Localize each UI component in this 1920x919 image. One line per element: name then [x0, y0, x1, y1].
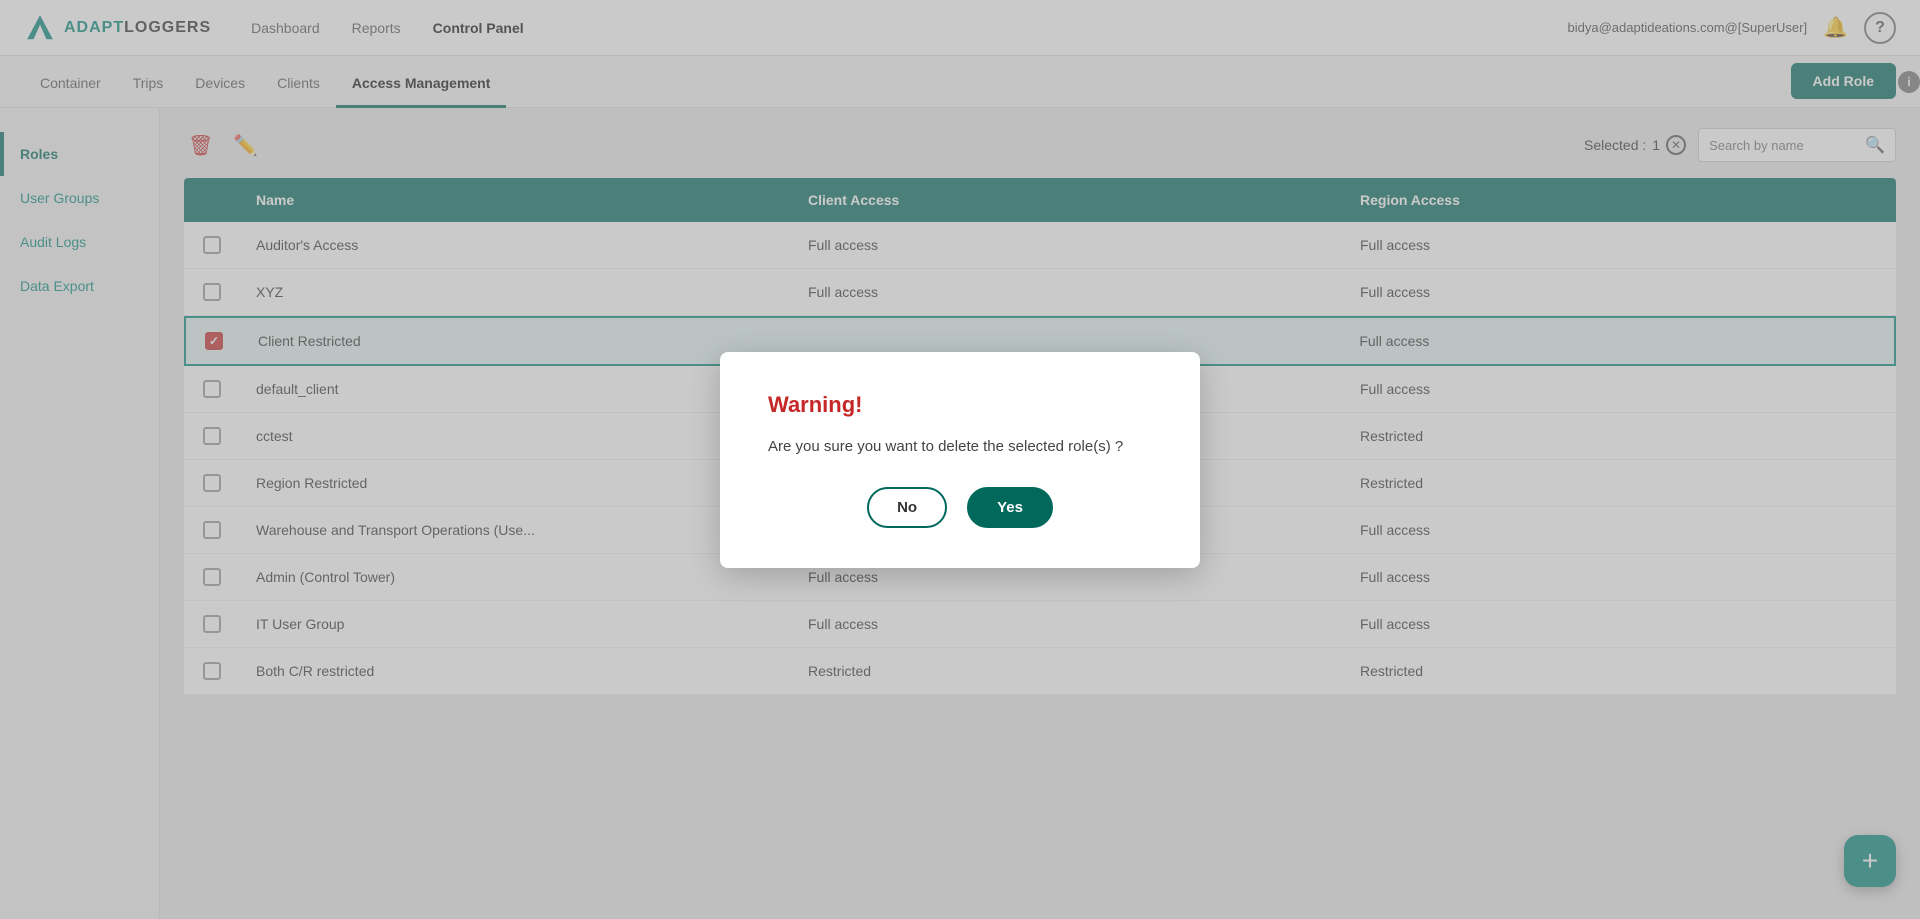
warning-dialog: Warning! Are you sure you want to delete… — [720, 352, 1200, 568]
dialog-title: Warning! — [768, 392, 1152, 418]
dialog-overlay: Warning! Are you sure you want to delete… — [0, 0, 1920, 919]
dialog-buttons: No Yes — [768, 487, 1152, 528]
dialog-yes-button[interactable]: Yes — [967, 487, 1053, 528]
dialog-no-button[interactable]: No — [867, 487, 947, 528]
dialog-message: Are you sure you want to delete the sele… — [768, 438, 1152, 455]
